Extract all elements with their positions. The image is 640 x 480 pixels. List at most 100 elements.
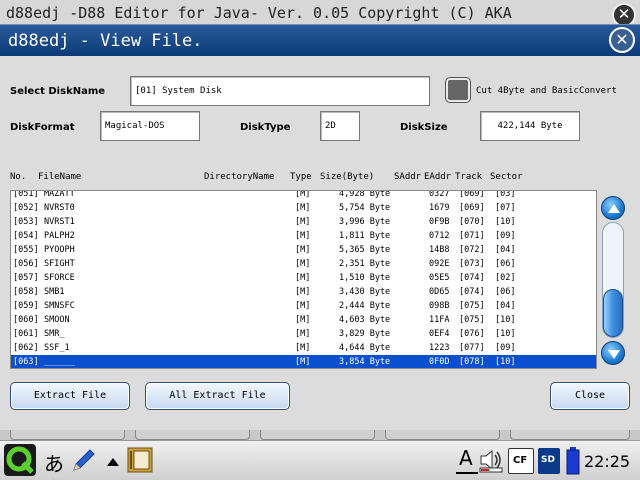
background-button-1 [10, 430, 125, 440]
background-button-5 [510, 430, 630, 440]
row-size: 5,365 Byte [339, 245, 391, 255]
column-header-type: Type [290, 172, 312, 182]
q-menu-icon[interactable] [3, 443, 37, 477]
pencil-icon[interactable] [70, 446, 98, 474]
row-number: [063] [13, 357, 39, 367]
cf-card-label: CF [513, 455, 528, 466]
row-number: [061] [13, 329, 39, 339]
row-type: [M] [295, 287, 311, 297]
background-button-3 [260, 430, 375, 440]
disk-format-field: Magical-DOS [100, 111, 200, 141]
row-size: 3,854 Byte [339, 357, 391, 367]
row-filename: NVRST1 [44, 217, 75, 227]
row-track: [074] [459, 273, 485, 283]
dialog-title: d88edj - View File. [0, 24, 640, 56]
row-size: 3,996 Byte [339, 217, 391, 227]
scroll-up-icon[interactable] [601, 196, 625, 220]
background-button-4 [385, 430, 500, 440]
row-type: [M] [295, 259, 311, 269]
table-row[interactable]: [051] MAZATT [M] 4,928 Byte 0327 [069] [03] [11, 190, 596, 201]
cut-basic-checkbox[interactable] [446, 78, 470, 102]
row-address: 0F0D [429, 357, 450, 367]
table-row[interactable]: [052] NVRST0 [M] 5,754 Byte 1679 [069] [07] [11, 201, 596, 215]
row-size: 4,928 Byte [339, 190, 391, 199]
row-size: 1,811 Byte [339, 231, 391, 241]
row-type: [M] [295, 301, 311, 311]
row-type: [M] [295, 203, 311, 213]
cf-card-icon[interactable]: CF [508, 448, 534, 474]
row-track: [074] [459, 287, 485, 297]
row-address: 0712 [429, 231, 450, 241]
row-track: [073] [459, 259, 485, 269]
row-number: [062] [13, 343, 39, 353]
disk-size-label: DiskSize [400, 122, 448, 133]
ime-indicator[interactable]: あ [44, 448, 64, 477]
row-sector: [09] [495, 343, 516, 353]
table-row[interactable]: [055] PYOOPH [M] 5,365 Byte 14B8 [072] [04] [11, 243, 596, 257]
speaker-icon[interactable] [478, 447, 504, 473]
extract-file-button[interactable]: Extract File [10, 382, 130, 410]
row-address: 098B [429, 301, 450, 311]
row-size: 4,603 Byte [339, 315, 391, 325]
row-size: 5,754 Byte [339, 203, 391, 213]
scroll-thumb[interactable] [603, 289, 623, 337]
notebook-icon[interactable] [126, 446, 154, 474]
row-size: 3,430 Byte [339, 287, 391, 297]
row-address: 0327 [429, 190, 450, 199]
up-arrow-icon[interactable] [106, 453, 120, 466]
disk-type-label: DiskType [240, 122, 291, 133]
table-row[interactable]: [053] NVRST1 [M] 3,996 Byte 0F9B [070] [10] [11, 215, 596, 229]
row-sector: [04] [495, 301, 516, 311]
row-track: [076] [459, 329, 485, 339]
table-row[interactable]: [060] SMOON [M] 4,603 Byte 11FA [075] [10] [11, 313, 596, 327]
all-extract-file-button[interactable]: All Extract File [145, 382, 290, 410]
disk-type-field: 2D [320, 111, 360, 141]
sd-card-icon[interactable]: SD [538, 448, 560, 474]
background-button-2 [135, 430, 250, 440]
row-filename: SSF_1 [44, 343, 70, 353]
file-list[interactable]: [051] MAZATT [M] 4,928 Byte 0327 [069] [03] [05… [10, 190, 597, 369]
row-sector: [06] [495, 259, 516, 269]
column-header-saddr: SAddr [394, 172, 422, 182]
table-row[interactable]: [061] SMR_ [M] 3,829 Byte 0EF4 [076] [10] [11, 327, 596, 341]
list-scrollbar[interactable] [598, 190, 628, 369]
disk-size-field: 422,144 Byte [480, 111, 580, 141]
dialog-close-icon[interactable]: ✕ [609, 27, 635, 53]
font-underline-icon[interactable]: A [456, 446, 478, 474]
table-row[interactable]: [062] SSF_1 [M] 4,644 Byte 1223 [077] [09] [11, 341, 596, 355]
row-type: [M] [295, 273, 311, 283]
row-address: 0F9B [429, 217, 450, 227]
row-sector: [10] [495, 217, 516, 227]
row-address: 11FA [429, 315, 450, 325]
row-sector: [09] [495, 231, 516, 241]
table-row[interactable]: [057] SFORCE [M] 1,510 Byte 05E5 [074] [02] [11, 271, 596, 285]
sd-card-label: SD [541, 455, 555, 465]
row-sector: [02] [495, 273, 516, 283]
scroll-down-icon[interactable] [601, 341, 625, 365]
table-row[interactable]: [063] ______ [M] 3,854 Byte 0F0D [078] [10] [11, 355, 596, 368]
row-sector: [03] [495, 190, 516, 199]
row-type: [M] [295, 231, 311, 241]
background-window-title: d88edj -D88 Editor for Java- Ver. 0.05 C… [0, 0, 640, 26]
row-filename: SMNSFC [44, 301, 75, 311]
row-filename: SMOON [44, 315, 70, 325]
row-filename: SFORCE [44, 273, 75, 283]
font-indicator-label: A [459, 446, 473, 470]
column-header-filename: FileName [38, 172, 82, 182]
table-row[interactable]: [054] PALPH2 [M] 1,811 Byte 0712 [071] [09] [11, 229, 596, 243]
row-type: [M] [295, 190, 311, 199]
table-row[interactable]: [056] SFIGHT [M] 2,351 Byte 092E [073] [06] [11, 257, 596, 271]
row-filename: MAZATT [44, 190, 75, 199]
scroll-track[interactable] [602, 222, 624, 338]
row-address: 14B8 [429, 245, 450, 255]
row-size: 2,444 Byte [339, 301, 391, 311]
disk-name-field[interactable]: [01] System Disk [130, 76, 430, 106]
row-type: [M] [295, 343, 311, 353]
close-button[interactable]: Close [550, 382, 630, 410]
row-track: [072] [459, 245, 485, 255]
row-track: [077] [459, 343, 485, 353]
row-filename: PALPH2 [44, 231, 75, 241]
table-row[interactable]: [059] SMNSFC [M] 2,444 Byte 098B [075] [04] [11, 299, 596, 313]
table-row[interactable]: [058] SMB1 [M] 3,430 Byte 0D65 [074] [06] [11, 285, 596, 299]
row-number: [058] [13, 287, 39, 297]
